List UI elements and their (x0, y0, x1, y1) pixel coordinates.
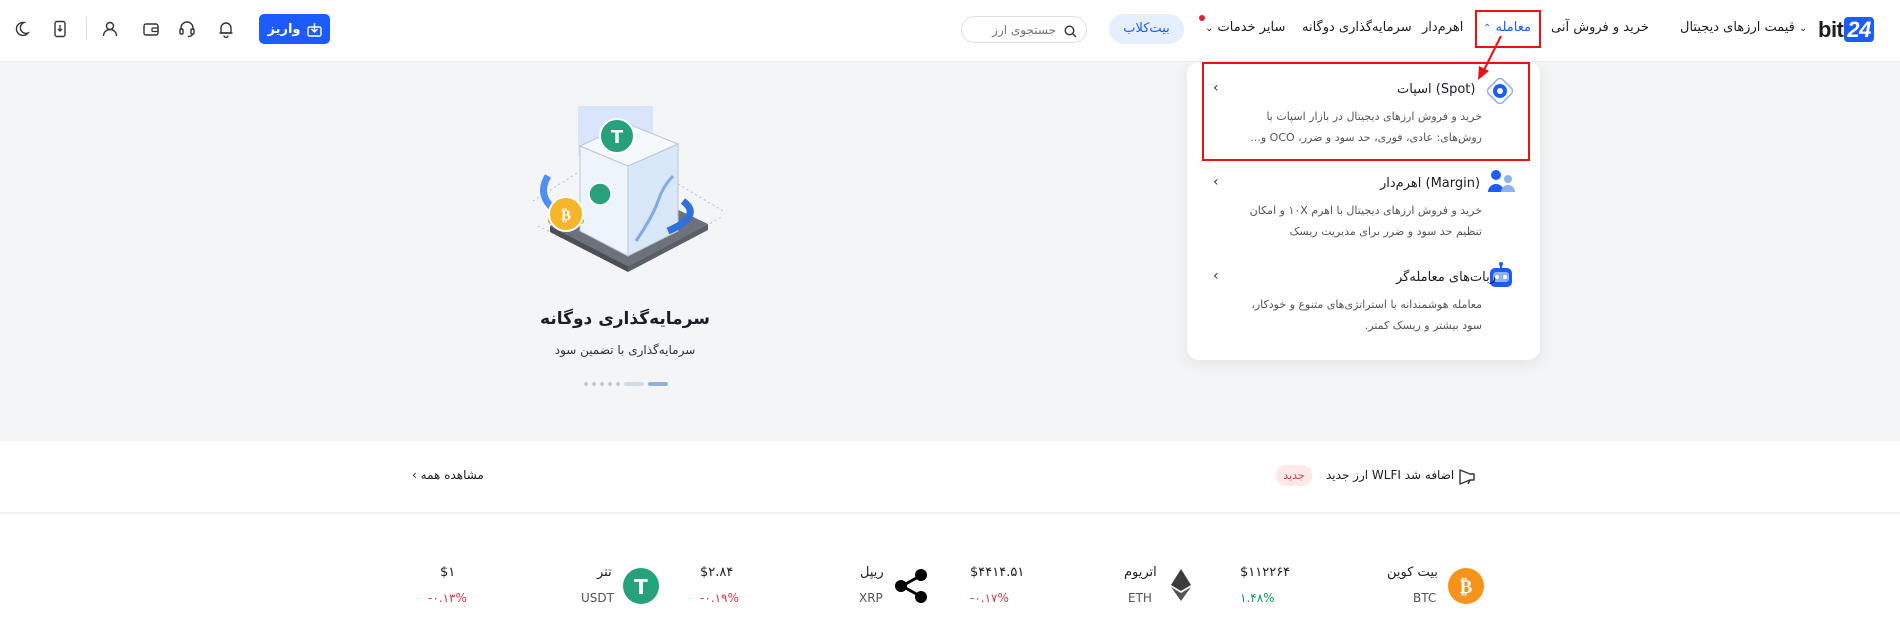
hero-subtitle: سرمایه‌گذاری با تضمین سود (554, 343, 696, 357)
market-tickers: ₿ بیت کوین BTC $۱۱۲۲۶۴ ۱.۴۸% اتریوم ETH … (0, 514, 1900, 644)
carousel-indicators[interactable] (584, 382, 668, 386)
notification-dot (1199, 15, 1205, 21)
annotation-arrow (1478, 35, 1502, 80)
chevron-left-icon: ‹ (1213, 174, 1219, 190)
chevron-left-icon: ‹ (1213, 268, 1219, 284)
search-box[interactable] (961, 16, 1087, 43)
mobile-app-download-icon[interactable] (49, 18, 71, 40)
dark-mode-moon-icon[interactable] (10, 18, 32, 40)
search-icon (1064, 23, 1077, 42)
search-input[interactable] (970, 20, 1056, 40)
carousel-dot[interactable] (616, 382, 620, 386)
svg-text:T: T (634, 575, 648, 599)
nav-leverage[interactable]: اهرم‌دار (1422, 20, 1463, 35)
user-icon[interactable] (99, 18, 121, 40)
nav-dual-investment[interactable]: سرمایه‌گذاری دوگانه (1302, 20, 1412, 35)
ethereum-icon (1171, 569, 1191, 601)
nav-other-services[interactable]: ⌄ سایر خدمات (1205, 20, 1285, 35)
megaphone-icon (1459, 469, 1475, 485)
carousel-dot-active[interactable] (648, 382, 668, 386)
divider (86, 18, 87, 40)
new-badge: جدید (1276, 465, 1312, 486)
carousel-dot[interactable] (592, 382, 596, 386)
carousel-dot[interactable] (584, 382, 588, 386)
view-all-link[interactable]: ‹ مشاهده همه (412, 468, 484, 482)
wallet-icon[interactable] (140, 18, 162, 40)
headset-support-icon[interactable] (176, 18, 198, 40)
announcement-text[interactable]: ارز جدید WLFI اضافه شد (1326, 468, 1454, 482)
svg-text:T: T (611, 127, 624, 148)
hero-illustration: T ₿ (528, 106, 728, 281)
svg-text:₿: ₿ (1460, 576, 1473, 598)
chevron-down-icon: ⌄ (1799, 23, 1808, 34)
chevron-down-icon: ⌄ (1205, 23, 1214, 34)
carousel-dot[interactable] (600, 382, 604, 386)
bell-icon[interactable] (215, 18, 237, 40)
ripple-icon (895, 569, 927, 603)
nav-prices[interactable]: قیمت ارزهای دیجیتال ⌄ (1680, 20, 1807, 35)
deposit-button[interactable]: واریز (259, 14, 330, 44)
top-navbar: bit 24 قیمت ارزهای دیجیتال ⌄ خرید و فروش … (0, 0, 1900, 62)
bitcoin-icon: ₿ (1448, 568, 1484, 604)
carousel-dot[interactable] (624, 382, 644, 386)
carousel-dot[interactable] (608, 382, 612, 386)
nav-instant-trade[interactable]: خرید و فروش آنی (1551, 20, 1649, 35)
announcement-bar: ارز جدید WLFI اضافه شد جدید ‹ مشاهده همه (0, 441, 1900, 513)
svg-text:₿: ₿ (561, 206, 571, 224)
bitclub-button[interactable]: بیت‌کلاب (1109, 14, 1184, 44)
hero-title: سرمایه‌گذاری دوگانه (540, 309, 710, 329)
bit24-logo[interactable]: bit 24 (1818, 17, 1874, 43)
chevron-left-icon: ‹ (412, 468, 417, 482)
download-icon (306, 22, 322, 37)
tether-icon: T (623, 568, 659, 604)
margin-icon (1488, 170, 1515, 192)
